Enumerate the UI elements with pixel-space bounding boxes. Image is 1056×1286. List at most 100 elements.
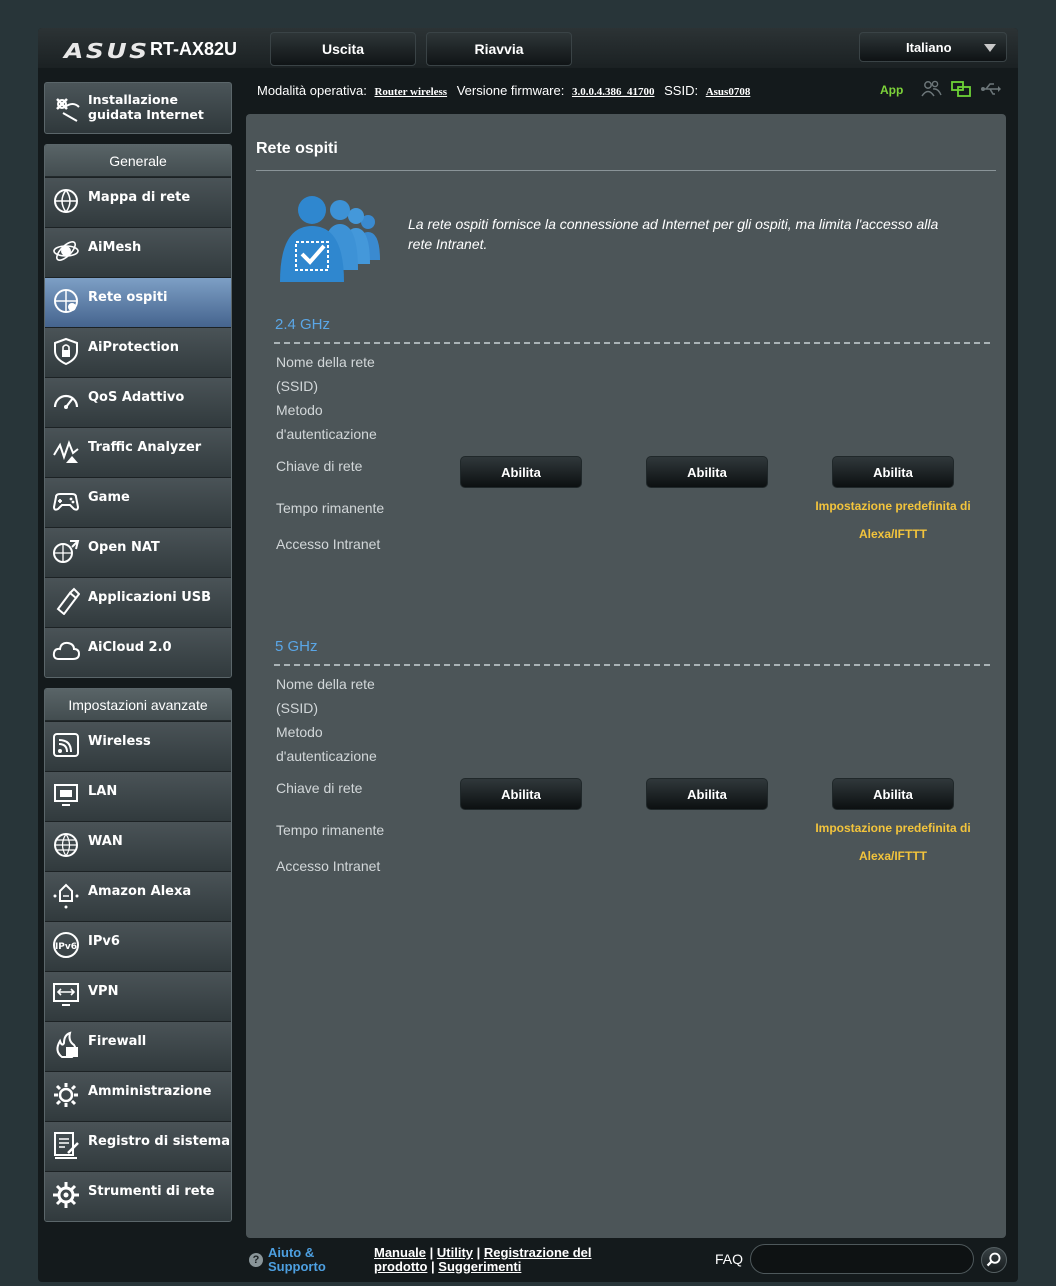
ssid-label: SSID: xyxy=(664,83,699,98)
mode-label: Modalità operativa: xyxy=(257,83,367,98)
sidebar-item-label: Open NAT xyxy=(88,540,160,555)
sidebar-item-label: Wireless xyxy=(88,734,151,749)
firmware-link[interactable]: 3.0.0.4.386_41700 xyxy=(572,86,655,98)
ssid-label: Nome della rete (SSID) xyxy=(276,676,375,716)
guest-network-icon xyxy=(54,289,78,313)
sidebar-item-ipv6[interactable]: IPv6 IPv6 xyxy=(45,921,231,971)
sidebar-item-registro-di-sistema[interactable]: Registro di sistema xyxy=(45,1121,231,1171)
ssid-link[interactable]: Asus0708 xyxy=(706,86,751,98)
auth-method-label: Metodo d'autenticazione xyxy=(276,402,377,442)
sidebar-item-label: Game xyxy=(88,490,130,505)
language-select[interactable]: Italiano xyxy=(859,32,1007,62)
sidebar-item-aimesh[interactable]: AiMesh xyxy=(45,227,231,277)
enable-button[interactable]: Abilita xyxy=(460,456,582,488)
manual-link[interactable]: Manuale xyxy=(374,1245,426,1260)
time-remaining-label: Tempo rimanente xyxy=(276,822,385,838)
search-icon[interactable] xyxy=(981,1247,1007,1273)
footer-links: Manuale | Utility | Registrazione del pr… xyxy=(374,1245,592,1274)
sidebar-item-game[interactable]: Game xyxy=(45,477,231,527)
intranet-access-label: Accesso Intranet xyxy=(276,858,381,874)
sidebar-item-label: QoS Adattivo xyxy=(88,390,185,405)
network-key-label: Chiave di rete xyxy=(276,458,363,474)
page-title: Rete ospiti xyxy=(256,140,338,157)
sidebar-item-rete-ospiti[interactable]: Rete ospiti xyxy=(45,277,231,327)
utility-link[interactable]: Utility xyxy=(437,1245,473,1260)
sidebar-item-label: Amministrazione xyxy=(88,1084,212,1099)
sidebar-item-mappa-di-rete[interactable]: Mappa di rete xyxy=(45,177,231,227)
top-bar: ASUS RT-AX82U Uscita Riavvia Italiano xyxy=(38,28,1018,68)
auth-method-label: Metodo d'autenticazione xyxy=(276,724,377,764)
sidebar-item-wan[interactable]: WAN xyxy=(45,821,231,871)
sidebar-item-wireless[interactable]: Wireless xyxy=(45,721,231,771)
firmware-label: Versione firmware: xyxy=(456,83,565,98)
intranet-access-label: Accesso Intranet xyxy=(276,536,381,552)
wan-globe-icon xyxy=(54,833,78,857)
time-remaining-label: Tempo rimanente xyxy=(276,500,385,516)
sidebar-item-vpn[interactable]: VPN xyxy=(45,971,231,1021)
faq-search-input[interactable] xyxy=(750,1244,974,1274)
clients-icon[interactable] xyxy=(920,80,942,98)
lan-icon xyxy=(54,784,78,806)
open-nat-icon xyxy=(53,540,80,563)
sidebar-item-amministrazione[interactable]: Amministrazione xyxy=(45,1071,231,1121)
status-line: Modalità operativa: Router wireless Vers… xyxy=(257,83,756,98)
sidebar-item-label: Rete ospiti xyxy=(88,290,168,305)
sidebar-item-label: AiProtection xyxy=(88,340,179,355)
sidebar-item-traffic-analyzer[interactable]: Traffic Analyzer xyxy=(45,427,231,477)
wizard-icon xyxy=(56,98,80,122)
sidebar-item-aicloud-2-0[interactable]: AiCloud 2.0 xyxy=(45,627,231,677)
system-log-icon xyxy=(54,1132,79,1159)
qos-gauge-icon xyxy=(53,394,79,409)
sidebar-item-label: Strumenti di rete xyxy=(88,1184,215,1199)
firewall-icon xyxy=(56,1031,78,1058)
band-title: 5 GHz xyxy=(275,638,318,655)
ipv6-icon: IPv6 xyxy=(53,932,79,958)
enable-button[interactable]: Abilita xyxy=(832,778,954,810)
sidebar-item-aiprotection[interactable]: AiProtection xyxy=(45,327,231,377)
gamepad-icon xyxy=(52,493,80,511)
help-question-icon: ? xyxy=(249,1253,263,1267)
sidebar-item-lan[interactable]: LAN xyxy=(45,771,231,821)
sidebar-item-label: Traffic Analyzer xyxy=(88,440,202,455)
vpn-icon xyxy=(53,983,79,1006)
sidebar-item-applicazioni-usb[interactable]: Applicazioni USB xyxy=(45,577,231,627)
mode-link[interactable]: Router wireless xyxy=(374,86,447,98)
sidebar-item-label: Registro di sistema xyxy=(88,1134,230,1149)
title-divider xyxy=(256,170,996,171)
alexa-ifttt-default-note: Impostazione predefinita di Alexa/IFTTT xyxy=(815,821,971,863)
sidebar-item-label: AiCloud 2.0 xyxy=(88,640,172,655)
band-title: 2.4 GHz xyxy=(275,316,331,333)
router-admin-window: ASUS RT-AX82U Uscita Riavvia Italiano Mo… xyxy=(38,28,1018,1282)
logout-button[interactable]: Uscita xyxy=(270,32,416,66)
sidebar-item-amazon-alexa[interactable]: Amazon Alexa xyxy=(45,871,231,921)
gear-icon xyxy=(54,1083,78,1107)
reboot-button[interactable]: Riavvia xyxy=(426,32,572,66)
help-support-link[interactable]: Aiuto & Supporto xyxy=(268,1246,348,1274)
sidebar-item-label: Amazon Alexa xyxy=(88,884,192,899)
alexa-icon xyxy=(53,883,79,909)
sidebar-item-qos-adattivo[interactable]: QoS Adattivo xyxy=(45,377,231,427)
enable-button[interactable]: Abilita xyxy=(460,778,582,810)
ssid-label: Nome della rete (SSID) xyxy=(276,354,375,394)
sidebar-item-strumenti-di-rete[interactable]: Strumenti di rete xyxy=(45,1171,231,1221)
app-link[interactable]: App xyxy=(880,83,903,97)
enable-button[interactable]: Abilita xyxy=(646,778,768,810)
general-menu: Generale Mappa di rete AiMesh Rete ospiti A… xyxy=(44,144,232,678)
advanced-menu: Impostazioni avanzate Wireless LAN WAN Amaz… xyxy=(44,688,232,1222)
advanced-menu-title: Impostazioni avanzate xyxy=(45,689,231,721)
brand-logo: ASUS xyxy=(64,39,150,63)
faq-label: FAQ xyxy=(715,1251,744,1267)
page-description: La rete ospiti fornisce la connessione a… xyxy=(408,216,939,252)
network-map-icon[interactable] xyxy=(950,80,972,98)
sidebar-item-label: Firewall xyxy=(88,1034,147,1049)
aimesh-icon xyxy=(53,241,79,261)
sidebar-item-firewall[interactable]: Firewall xyxy=(45,1021,231,1071)
sidebar-item-label: LAN xyxy=(88,784,118,799)
usb-icon[interactable] xyxy=(980,80,1002,98)
quick-internet-setup[interactable]: Installazione guidata Internet xyxy=(44,82,232,134)
enable-button[interactable]: Abilita xyxy=(646,456,768,488)
sidebar-item-label: AiMesh xyxy=(88,240,142,255)
sidebar-item-open-nat[interactable]: Open NAT xyxy=(45,527,231,577)
feedback-link[interactable]: Suggerimenti xyxy=(438,1259,521,1274)
enable-button[interactable]: Abilita xyxy=(832,456,954,488)
